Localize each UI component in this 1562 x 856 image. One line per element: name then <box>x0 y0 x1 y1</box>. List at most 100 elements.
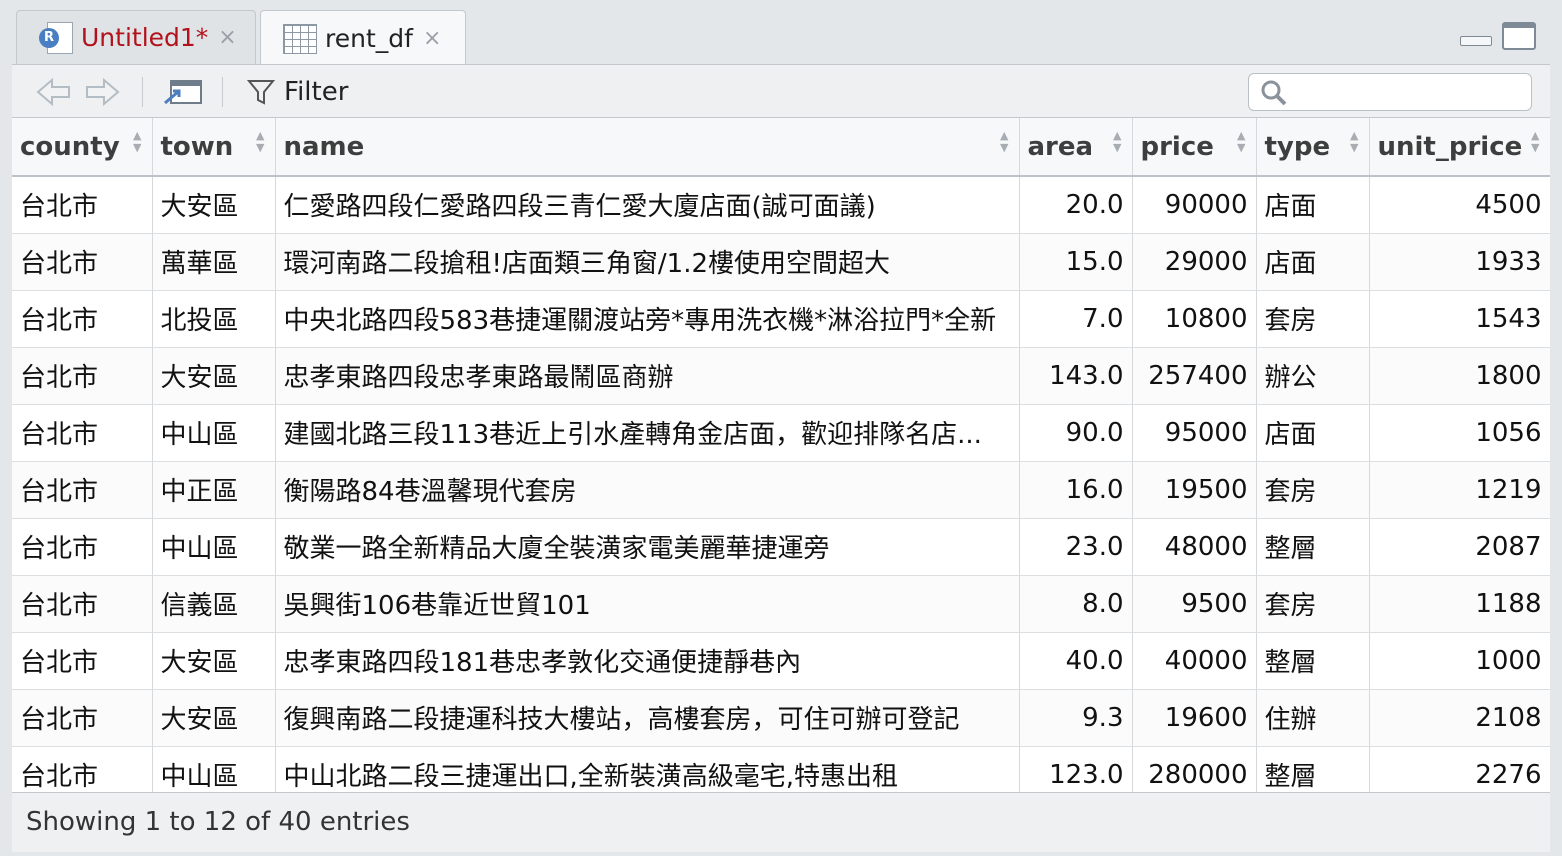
minimize-icon[interactable] <box>1460 22 1492 50</box>
table-cell-town: 北投區 <box>152 290 276 348</box>
table-row[interactable]: 台北市 萬華區 環河南路二段搶租!店面類三角窗/1.2樓使用空間超大 15.0 2900… <box>12 233 1550 291</box>
back-arrow-icon[interactable] <box>34 75 74 109</box>
table-cell-unit-price: 1933 <box>1369 233 1550 291</box>
table-cell-county: 台北市 <box>12 518 153 576</box>
maximize-icon[interactable] <box>1502 22 1536 50</box>
column-header-area[interactable]: area ▲ ▼ <box>1019 118 1133 177</box>
table-cell-price: 9500 <box>1132 575 1257 633</box>
table-cell-area: 7.0 <box>1019 290 1133 348</box>
table-cell-name: 環河南路二段搶租!店面類三角窗/1.2樓使用空間超大 <box>275 233 1020 291</box>
column-header-type[interactable]: type ▲ ▼ <box>1256 118 1370 177</box>
column-header-town[interactable]: town ▲ ▼ <box>152 118 276 177</box>
table-cell-type: 店面 <box>1256 233 1370 291</box>
table-cell-town: 信義區 <box>152 575 276 633</box>
column-header-price[interactable]: price ▲ ▼ <box>1132 118 1257 177</box>
toolbar-divider <box>222 77 223 107</box>
table-cell-price: 40000 <box>1132 632 1257 690</box>
table-cell-type: 店面 <box>1256 404 1370 462</box>
column-header-name[interactable]: name ▲ ▼ <box>275 118 1020 177</box>
table-row[interactable]: 台北市 中正區 衡陽路84巷溫馨現代套房 16.0 19500 套房 1219 <box>12 461 1550 519</box>
table-cell-town: 大安區 <box>152 632 276 690</box>
table-cell-area: 90.0 <box>1019 404 1133 462</box>
table-cell-unit-price: 2087 <box>1369 518 1550 576</box>
filter-button[interactable]: Filter <box>246 75 376 109</box>
table-cell-name: 忠孝東路四段忠孝東路最鬧區商辦 <box>275 347 1020 405</box>
table-cell-type: 整層 <box>1256 518 1370 576</box>
table-row[interactable]: 台北市 中山區 中山北路二段三捷運出口,全新裝潢高級毫宅,特惠出租 123.0 2800… <box>12 746 1550 792</box>
table-cell-unit-price: 2108 <box>1369 689 1550 747</box>
table-cell-town: 大安區 <box>152 689 276 747</box>
forward-arrow-icon[interactable] <box>82 75 122 109</box>
status-bar: Showing 1 to 12 of 40 entries <box>12 792 1550 852</box>
filter-icon <box>246 80 276 105</box>
table-cell-area: 9.3 <box>1019 689 1133 747</box>
table-cell-town: 大安區 <box>152 176 276 234</box>
sort-icon: ▲ ▼ <box>1237 129 1246 154</box>
table-cell-price: 95000 <box>1132 404 1257 462</box>
column-header-county[interactable]: county ▲ ▼ <box>12 118 153 177</box>
sort-icon: ▲ ▼ <box>1350 129 1359 154</box>
table-cell-price: 29000 <box>1132 233 1257 291</box>
table-cell-town: 中山區 <box>152 746 276 792</box>
close-icon[interactable]: × <box>218 25 236 50</box>
table-cell-area: 23.0 <box>1019 518 1133 576</box>
table-cell-name: 衡陽路84巷溫馨現代套房 <box>275 461 1020 519</box>
table-cell-town: 中山區 <box>152 404 276 462</box>
table-cell-price: 19600 <box>1132 689 1257 747</box>
table-cell-type: 套房 <box>1256 461 1370 519</box>
table-cell-name: 復興南路二段捷運科技大樓站，高樓套房，可住可辦可登記 <box>275 689 1020 747</box>
table-cell-unit-price: 1188 <box>1369 575 1550 633</box>
table-cell-name: 敬業一路全新精品大廈全裝潢家電美麗華捷運旁 <box>275 518 1020 576</box>
table-cell-area: 8.0 <box>1019 575 1133 633</box>
table-cell-type: 住辦 <box>1256 689 1370 747</box>
sort-icon: ▲ ▼ <box>1531 129 1540 154</box>
toolbar: Filter <box>12 64 1550 118</box>
table-cell-unit-price: 1800 <box>1369 347 1550 405</box>
table-cell-price: 48000 <box>1132 518 1257 576</box>
table-cell-county: 台北市 <box>12 689 153 747</box>
table-row[interactable]: 台北市 中山區 建國北路三段113巷近上引水產轉角金店面，歡迎排隊名店... 90.0… <box>12 404 1550 462</box>
table-cell-name: 中山北路二段三捷運出口,全新裝潢高級毫宅,特惠出租 <box>275 746 1020 792</box>
table-row[interactable]: 台北市 大安區 忠孝東路四段181巷忠孝敦化交通便捷靜巷內 40.0 40000 整層 10… <box>12 632 1550 690</box>
table-row[interactable]: 台北市 中山區 敬業一路全新精品大廈全裝潢家電美麗華捷運旁 23.0 48000 整層 20… <box>12 518 1550 576</box>
table-cell-type: 整層 <box>1256 746 1370 792</box>
table-cell-unit-price: 2276 <box>1369 746 1550 792</box>
sort-icon: ▲ ▼ <box>1000 129 1009 154</box>
column-header-unit-price[interactable]: unit_price ▲ ▼ <box>1369 118 1550 177</box>
table-row[interactable]: 台北市 大安區 仁愛路四段仁愛路四段三青仁愛大廈店面(誠可面議) 20.0 90000 店… <box>12 176 1550 234</box>
table-cell-county: 台北市 <box>12 461 153 519</box>
table-cell-area: 40.0 <box>1019 632 1133 690</box>
table-row[interactable]: 台北市 大安區 復興南路二段捷運科技大樓站，高樓套房，可住可辦可登記 9.3 19600… <box>12 689 1550 747</box>
entries-status: Showing 1 to 12 of 40 entries <box>26 807 410 837</box>
table-cell-unit-price: 1219 <box>1369 461 1550 519</box>
table-cell-unit-price: 1056 <box>1369 404 1550 462</box>
r-script-icon: R <box>39 20 73 56</box>
popout-icon[interactable] <box>160 75 206 109</box>
close-icon[interactable]: × <box>423 26 441 51</box>
table-cell-price: 280000 <box>1132 746 1257 792</box>
table-cell-type: 套房 <box>1256 575 1370 633</box>
tab-untitled1[interactable]: R Untitled1* × <box>16 10 256 64</box>
table-cell-unit-price: 1000 <box>1369 632 1550 690</box>
table-cell-county: 台北市 <box>12 575 153 633</box>
table-cell-name: 中央北路四段583巷捷運關渡站旁*專用洗衣機*淋浴拉門*全新 <box>275 290 1020 348</box>
search-input[interactable] <box>1248 73 1532 111</box>
table-cell-price: 19500 <box>1132 461 1257 519</box>
table-cell-area: 20.0 <box>1019 176 1133 234</box>
table-cell-type: 店面 <box>1256 176 1370 234</box>
table-cell-name: 仁愛路四段仁愛路四段三青仁愛大廈店面(誠可面議) <box>275 176 1020 234</box>
table-row[interactable]: 台北市 大安區 忠孝東路四段忠孝東路最鬧區商辦 143.0 257400 辦公 1800 <box>12 347 1550 405</box>
table-cell-county: 台北市 <box>12 176 153 234</box>
table-cell-county: 台北市 <box>12 746 153 792</box>
data-grid-icon <box>283 23 317 54</box>
table-row[interactable]: 台北市 信義區 吳興街106巷靠近世貿101 8.0 9500 套房 1188 <box>12 575 1550 633</box>
table-cell-name: 吳興街106巷靠近世貿101 <box>275 575 1020 633</box>
table-cell-area: 15.0 <box>1019 233 1133 291</box>
table-row[interactable]: 台北市 北投區 中央北路四段583巷捷運關渡站旁*專用洗衣機*淋浴拉門*全新 7.0 1… <box>12 290 1550 348</box>
tab-rent-df[interactable]: rent_df × <box>260 10 466 66</box>
table-cell-name: 建國北路三段113巷近上引水產轉角金店面，歡迎排隊名店... <box>275 404 1020 462</box>
header-row: county ▲ ▼ town ▲ ▼ name ▲ ▼ area ▲ ▼ price ▲ ▼ ty… <box>12 118 1550 177</box>
table-cell-price: 257400 <box>1132 347 1257 405</box>
table-cell-town: 中山區 <box>152 518 276 576</box>
table-cell-town: 中正區 <box>152 461 276 519</box>
